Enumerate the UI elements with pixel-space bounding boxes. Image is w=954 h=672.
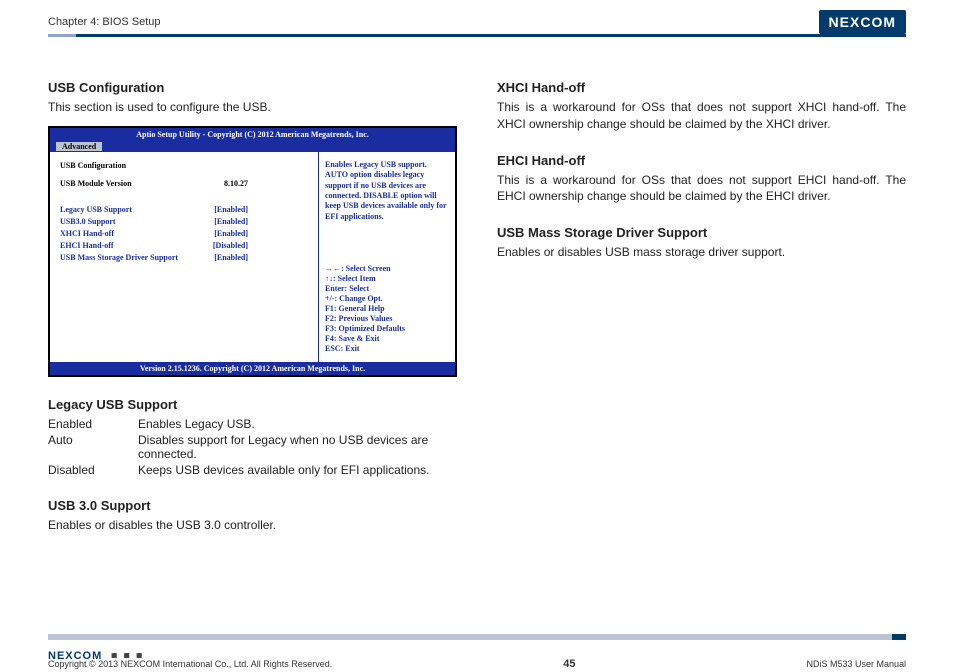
bios-nav-line: F1: General Help [325, 304, 449, 314]
footer-copyright: Copyright © 2013 NEXCOM International Co… [48, 659, 332, 669]
xhci-text: This is a workaround for OSs that does n… [497, 99, 906, 133]
usb-config-title: USB Configuration [48, 80, 457, 95]
bios-nav-line: Enter: Select [325, 284, 449, 294]
bios-row-k: EHCI Hand-off [60, 240, 114, 252]
bios-footer: Version 2.15.1236. Copyright (C) 2012 Am… [50, 362, 455, 375]
bios-cfg-label: USB Configuration [60, 160, 126, 172]
ehci-text: This is a workaround for OSs that does n… [497, 172, 906, 206]
bios-row-v: [Enabled] [214, 252, 248, 264]
bios-row-v: [Enabled] [214, 216, 248, 228]
mass-title: USB Mass Storage Driver Support [497, 225, 906, 240]
bios-nav-line: →←: Select Screen [325, 264, 449, 274]
bios-nav: →←: Select Screen ↑↓: Select Item Enter:… [325, 264, 449, 354]
chapter-label: Chapter 4: BIOS Setup [48, 16, 161, 28]
bios-row-v: [Enabled] [214, 228, 248, 240]
bios-hint: Enables Legacy USB support. AUTO option … [325, 160, 449, 222]
bios-tabbar: Advanced [50, 141, 455, 152]
bios-title: Aptio Setup Utility - Copyright (C) 2012… [50, 128, 455, 141]
legacy-title: Legacy USB Support [48, 397, 457, 412]
legacy-v: Keeps USB devices available only for EFI… [138, 462, 457, 478]
legacy-v: Disables support for Legacy when no USB … [138, 432, 457, 462]
brand-logo: NEXCOM [819, 10, 906, 34]
table-row: Disabled Keeps USB devices available onl… [48, 462, 457, 478]
footer-doc-name: NDiS M533 User Manual [806, 659, 906, 669]
bios-nav-line: +/-: Change Opt. [325, 294, 449, 304]
footer-page-number: 45 [563, 658, 575, 670]
bios-nav-line: ESC: Exit [325, 344, 449, 354]
table-row: Enabled Enables Legacy USB. [48, 416, 457, 432]
bios-version-value: 8.10.27 [224, 178, 248, 190]
bios-row-k: Legacy USB Support [60, 204, 132, 216]
usb-config-intro: This section is used to configure the US… [48, 99, 457, 116]
mass-text: Enables or disables USB mass storage dri… [497, 244, 906, 261]
bios-nav-line: ↑↓: Select Item [325, 274, 449, 284]
bios-version-label: USB Module Version [60, 178, 132, 190]
legacy-v: Enables Legacy USB. [138, 416, 457, 432]
bios-row-v: [Enabled] [214, 204, 248, 216]
legacy-k: Disabled [48, 462, 138, 478]
legacy-k: Auto [48, 432, 138, 462]
bios-row-k: USB3.0 Support [60, 216, 116, 228]
legacy-k: Enabled [48, 416, 138, 432]
bios-tab-advanced: Advanced [56, 142, 102, 151]
bios-row-k: USB Mass Storage Driver Support [60, 252, 178, 264]
legacy-table: Enabled Enables Legacy USB. Auto Disable… [48, 416, 457, 478]
usb3-text: Enables or disables the USB 3.0 controll… [48, 517, 457, 534]
bios-screenshot: Aptio Setup Utility - Copyright (C) 2012… [48, 126, 457, 377]
usb3-title: USB 3.0 Support [48, 498, 457, 513]
bios-row-v: [Disabled] [213, 240, 248, 252]
footer-rule [48, 634, 906, 640]
table-row: Auto Disables support for Legacy when no… [48, 432, 457, 462]
bios-nav-line: F3: Optimized Defaults [325, 324, 449, 334]
footer-rule-accent [892, 634, 906, 640]
xhci-title: XHCI Hand-off [497, 80, 906, 95]
bios-row-k: XHCI Hand-off [60, 228, 114, 240]
header-rule [48, 34, 906, 37]
bios-nav-line: F4: Save & Exit [325, 334, 449, 344]
ehci-title: EHCI Hand-off [497, 153, 906, 168]
bios-nav-line: F2: Previous Values [325, 314, 449, 324]
